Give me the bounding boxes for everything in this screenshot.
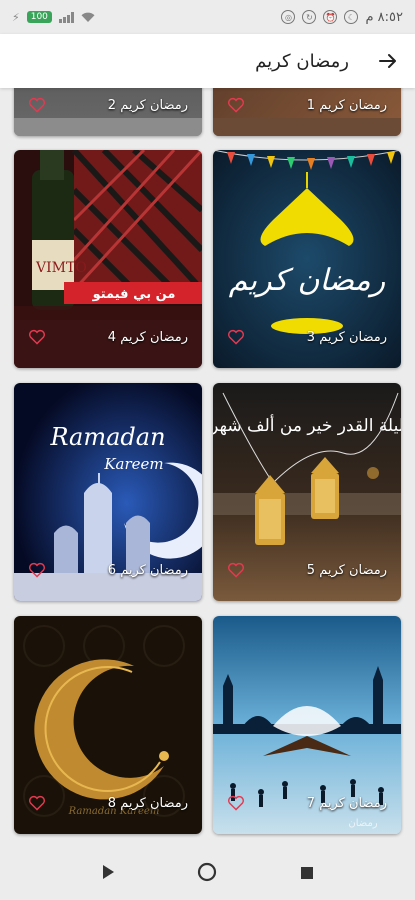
- card-ramadan-1[interactable]: رمضان كريم 1: [213, 88, 401, 136]
- card-art-text: ليلة القدر خير من ألف شهر: [213, 414, 401, 436]
- card-label: رمضان كريم 3: [306, 329, 387, 345]
- home-nav-button[interactable]: [197, 862, 217, 886]
- heart-icon[interactable]: [227, 329, 245, 345]
- card-label: رمضان كريم 6: [107, 562, 188, 578]
- card-label: رمضان كريم 1: [306, 97, 387, 113]
- card-caption: رمضان كريم 8: [14, 792, 202, 814]
- card-label: رمضان كريم 7: [306, 795, 387, 811]
- heart-icon[interactable]: [227, 97, 245, 113]
- notification-icon: ◎: [281, 10, 296, 24]
- heart-icon[interactable]: [227, 562, 245, 578]
- back-button[interactable]: [377, 50, 399, 72]
- card-caption: رمضان كريم 3: [213, 326, 401, 348]
- system-nav-bar: [0, 848, 415, 900]
- sync-icon: ↻: [302, 10, 317, 24]
- card-caption: رمضان كريم 5: [213, 559, 401, 581]
- square-icon: [300, 866, 313, 879]
- card-caption: رمضان كريم 1: [213, 94, 401, 116]
- wifi-icon: [81, 12, 95, 22]
- card-ramadan-5[interactable]: ليلة القدر خير من ألف شهر رمضان كريم 5: [213, 383, 401, 601]
- heart-icon[interactable]: [28, 795, 46, 811]
- card-art-text: Ramadan: [49, 423, 165, 451]
- card-ramadan-4[interactable]: VIMTO من بي فيمتو رمضان كريم 4: [14, 150, 202, 368]
- card-caption: رمضان كريم 2: [14, 94, 202, 116]
- heart-icon[interactable]: [227, 795, 245, 811]
- heart-icon[interactable]: [28, 329, 46, 345]
- heart-icon[interactable]: [28, 97, 46, 113]
- image-grid: رمضان كريم 2 رمضان كريم 1 VIMTO من بي في…: [0, 88, 415, 848]
- play-back-icon: [103, 865, 115, 879]
- charging-icon: ⚡: [12, 10, 20, 24]
- card-art-text: من بي فيمتو: [92, 287, 176, 302]
- dnd-icon: ☾: [344, 10, 359, 24]
- card-label: رمضان كريم 4: [107, 329, 188, 345]
- app-bar: رمضان كريم: [0, 34, 415, 88]
- card-art-text: رمضان كريم: [229, 263, 386, 298]
- back-nav-button[interactable]: [101, 864, 115, 884]
- card-caption: رمضان كريم 6: [14, 559, 202, 581]
- card-label: رمضان كريم 5: [306, 562, 387, 578]
- card-art-text: Kareem: [103, 455, 163, 473]
- status-bar: ⚡ 100 ◎ ↻ ⏰ ☾ ٨:٥٢ م: [0, 0, 415, 34]
- recents-nav-button[interactable]: [300, 865, 314, 884]
- home-circle-icon: [198, 862, 217, 882]
- card-label: رمضان كريم 8: [107, 795, 188, 811]
- card-ramadan-7[interactable]: رمضان رمضان كريم 7: [213, 616, 401, 834]
- card-caption: رمضان كريم 4: [14, 326, 202, 348]
- page-title: رمضان كريم: [255, 50, 349, 72]
- card-ramadan-2[interactable]: رمضان كريم 2: [14, 88, 202, 136]
- battery-level: 100: [30, 12, 48, 22]
- card-art-text: رمضان: [348, 818, 377, 829]
- clock: ٨:٥٢ م: [365, 9, 403, 25]
- card-ramadan-3[interactable]: رمضان كريم رمضان كريم 3: [213, 150, 401, 368]
- arrow-right-icon: [379, 54, 396, 68]
- battery-icon: 100: [26, 11, 52, 23]
- heart-icon[interactable]: [28, 562, 46, 578]
- card-caption: رمضان كريم 7: [213, 792, 401, 814]
- card-ramadan-6[interactable]: Ramadan Kareem رمضان كريم 6: [14, 383, 202, 601]
- signal-icon: [58, 11, 74, 23]
- status-right: ◎ ↻ ⏰ ☾ ٨:٥٢ م: [281, 10, 403, 25]
- svg-text:VIMTO: VIMTO: [35, 260, 87, 276]
- card-ramadan-8[interactable]: Ramadan Kareem رمضان كريم 8: [14, 616, 202, 834]
- status-left: ⚡ 100: [12, 11, 95, 24]
- alarm-icon: ⏰: [323, 10, 338, 24]
- card-label: رمضان كريم 2: [107, 97, 188, 113]
